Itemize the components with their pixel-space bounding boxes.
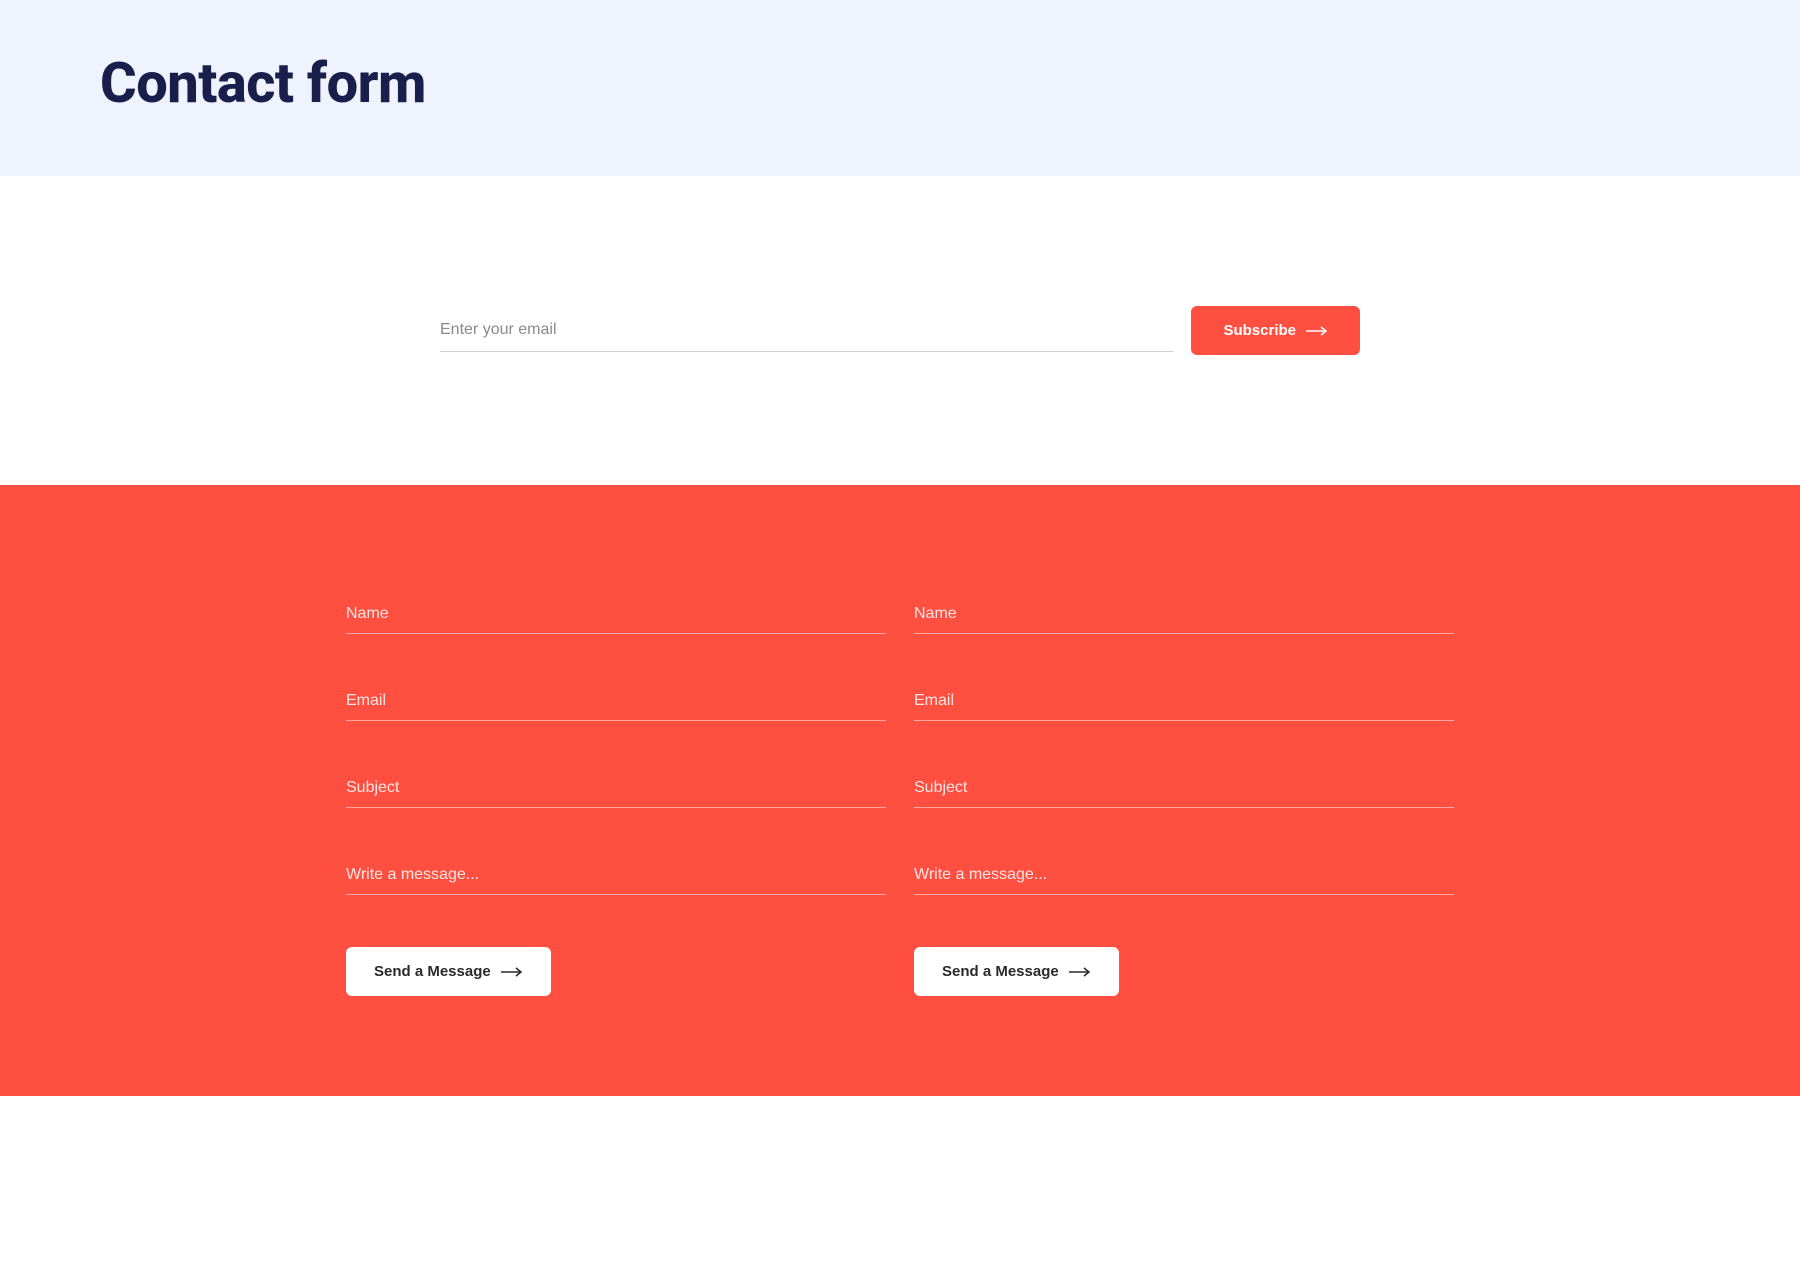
name-field[interactable] xyxy=(346,595,886,634)
send-message-button[interactable]: Send a Message xyxy=(346,947,551,996)
page-title: Contact form xyxy=(100,50,1700,116)
email-field[interactable] xyxy=(914,682,1454,721)
message-field[interactable] xyxy=(914,856,1454,895)
arrow-right-icon xyxy=(1306,326,1328,336)
subject-field[interactable] xyxy=(914,769,1454,808)
email-input[interactable] xyxy=(440,309,1173,352)
subscribe-button-label: Subscribe xyxy=(1223,322,1296,339)
arrow-right-icon xyxy=(1069,967,1091,977)
contact-forms-container: Send a Message Send a Message xyxy=(346,595,1454,996)
contact-form-right: Send a Message xyxy=(914,595,1454,996)
contact-form-left: Send a Message xyxy=(346,595,886,996)
message-field[interactable] xyxy=(346,856,886,895)
name-field[interactable] xyxy=(914,595,1454,634)
send-button-label: Send a Message xyxy=(374,963,491,980)
header-section: Contact form xyxy=(0,0,1800,176)
send-button-label: Send a Message xyxy=(942,963,1059,980)
subscribe-form: Subscribe xyxy=(440,306,1360,355)
subscribe-section: Subscribe xyxy=(0,176,1800,485)
contact-section: Send a Message Send a Message xyxy=(0,485,1800,1096)
subject-field[interactable] xyxy=(346,769,886,808)
email-field[interactable] xyxy=(346,682,886,721)
send-message-button[interactable]: Send a Message xyxy=(914,947,1119,996)
arrow-right-icon xyxy=(501,967,523,977)
subscribe-button[interactable]: Subscribe xyxy=(1191,306,1360,355)
